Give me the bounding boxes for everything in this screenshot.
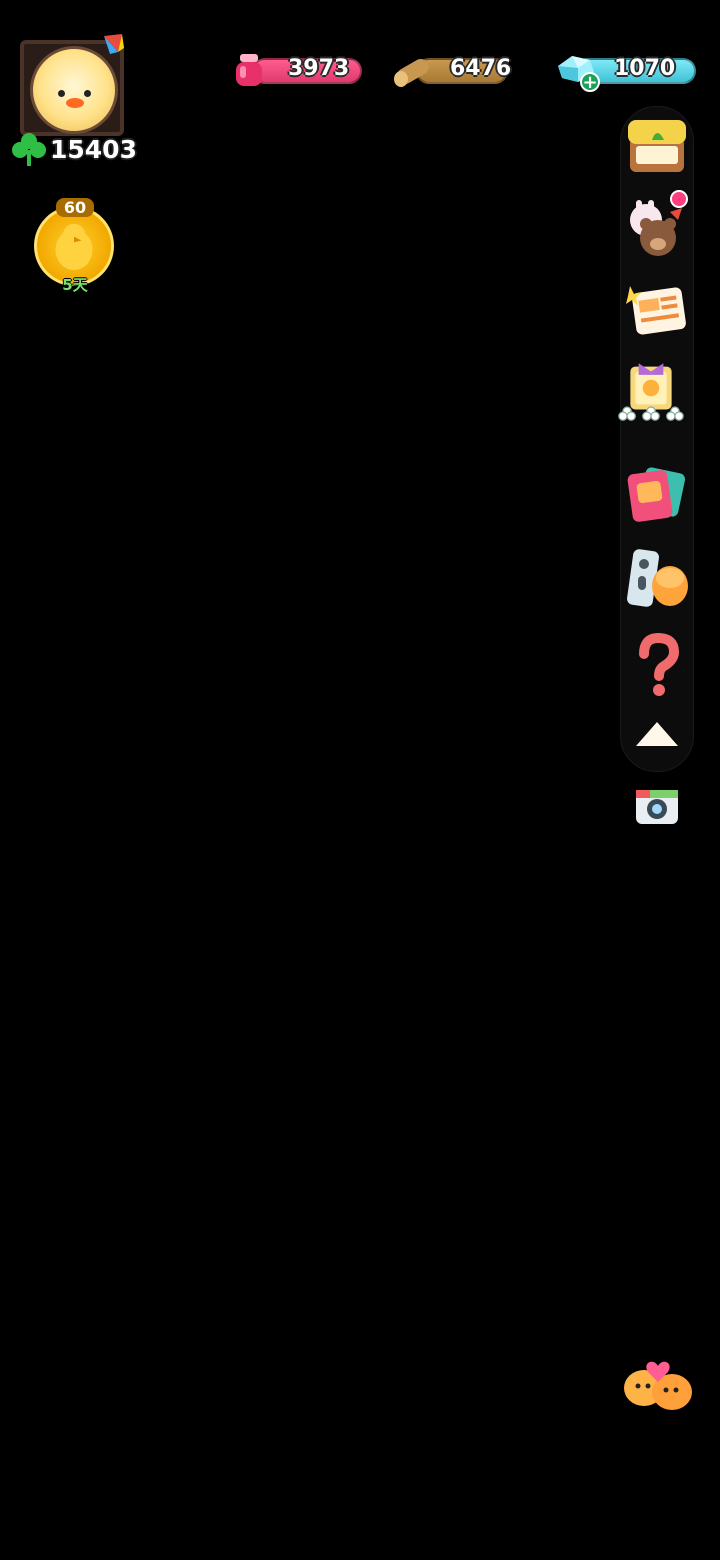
help-question-icon: [639, 632, 680, 696]
gem-resource[interactable]: + 1070: [552, 50, 698, 92]
clover-score-value: 15403: [50, 134, 137, 164]
clover-score: 15403: [10, 130, 137, 168]
gem-value: 1070: [614, 56, 676, 81]
remote-control-button[interactable]: [624, 546, 690, 612]
news-button[interactable]: [624, 280, 690, 346]
player-avatar[interactable]: [18, 32, 130, 140]
album-icon: [627, 467, 686, 522]
clover-board-button[interactable]: [618, 360, 696, 440]
shop-stall-button[interactable]: [624, 114, 690, 180]
chicks-heart-icon: [624, 1361, 692, 1410]
ink-resource: 3973: [230, 50, 362, 90]
kite-icon: [104, 34, 124, 54]
event-days-left: 5天: [62, 276, 88, 294]
collapse-menu-button[interactable]: [628, 712, 686, 756]
chevron-up-icon: [636, 722, 678, 746]
duck-avatar-icon: [30, 46, 118, 134]
clover-board-icon: [618, 363, 684, 421]
shop-stall-icon: [628, 120, 686, 172]
camera-button[interactable]: [630, 780, 684, 834]
notification-dot: [670, 190, 688, 208]
avatar-beak: [66, 98, 84, 108]
news-icon: [626, 286, 686, 335]
add-gems-button[interactable]: +: [580, 72, 600, 92]
clover-icon: [12, 133, 46, 166]
wood-log-icon: [394, 59, 429, 87]
remote-control-icon: [627, 549, 688, 607]
wood-value: 6476: [450, 56, 512, 81]
ink-value: 3973: [288, 56, 350, 81]
event-badge[interactable]: 60 5天: [32, 196, 118, 300]
camera-icon: [636, 790, 678, 824]
avatar-eye: [58, 90, 65, 97]
ink-bottle-icon: [236, 54, 262, 86]
avatar-eye: [84, 90, 91, 97]
friends-button[interactable]: [618, 1342, 698, 1418]
help-button[interactable]: [624, 632, 690, 698]
event-level: 60: [56, 198, 94, 217]
album-button[interactable]: [624, 462, 690, 528]
wood-resource: 6476: [390, 50, 511, 90]
